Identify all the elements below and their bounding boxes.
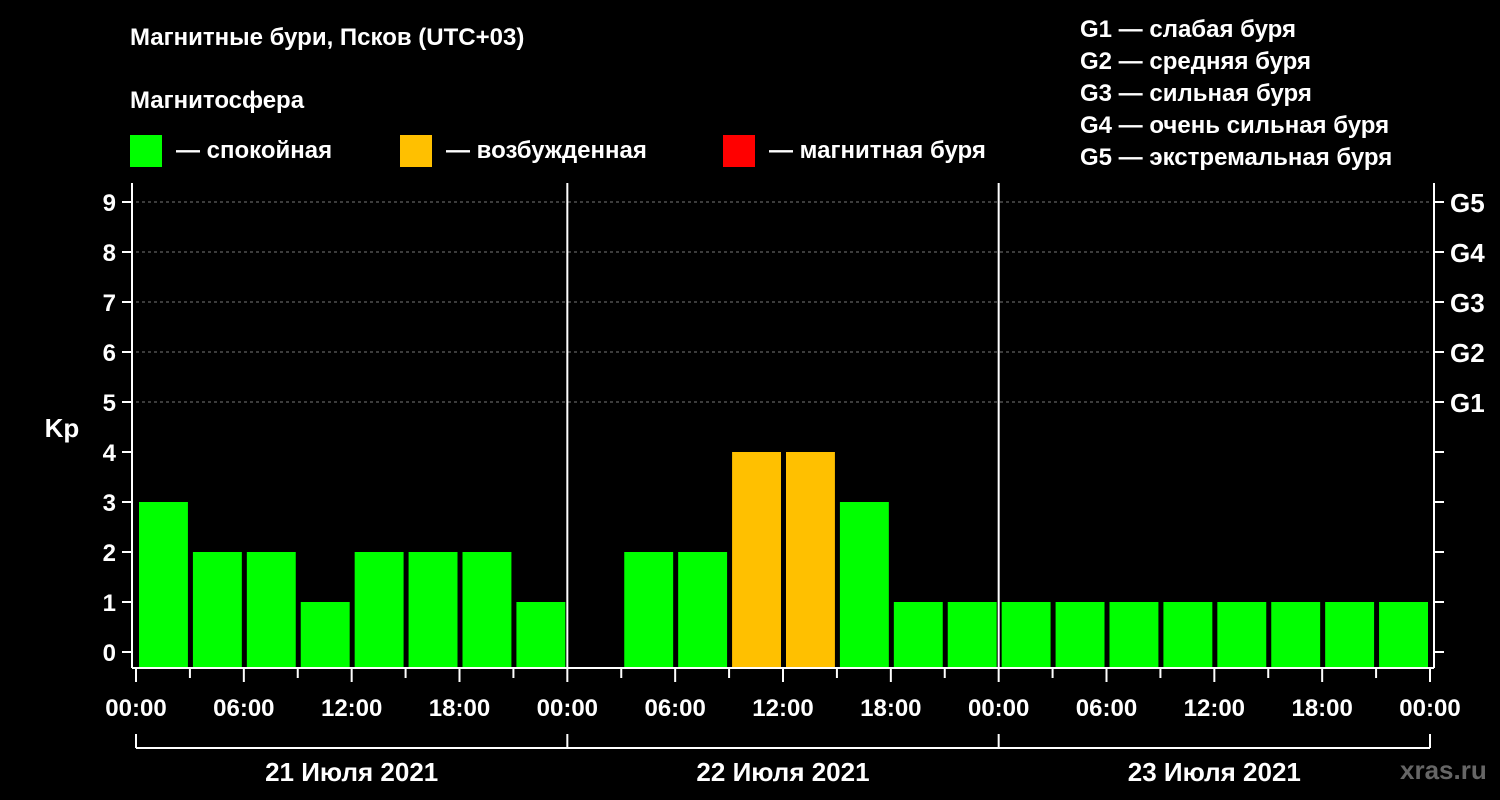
kp-bar [300, 602, 350, 668]
y-tick-label: 1 [103, 590, 116, 617]
x-tick-label: 06:00 [213, 695, 274, 722]
y-tick-label: 2 [103, 540, 116, 567]
kp-bar [354, 552, 404, 668]
kp-bar [1001, 602, 1051, 668]
kp-bar [516, 602, 566, 668]
y-tick-label: 4 [103, 440, 117, 467]
watermark: xras.ru [1400, 755, 1487, 785]
g-level-label: G2 [1450, 338, 1485, 368]
kp-bar [246, 552, 296, 668]
day-label: 21 Июля 2021 [265, 757, 438, 787]
kp-bar [1217, 602, 1267, 668]
x-tick-label: 12:00 [321, 695, 382, 722]
kp-bar [624, 552, 674, 668]
x-tick-label: 12:00 [752, 695, 813, 722]
g-level-label: G1 [1450, 388, 1485, 418]
x-tick-label: 00:00 [968, 695, 1029, 722]
kp-bar [1163, 602, 1213, 668]
day-label: 23 Июля 2021 [1128, 757, 1301, 787]
y-tick-label: 9 [103, 190, 116, 217]
kp-bar [786, 452, 835, 668]
kp-bar [1379, 602, 1428, 668]
kp-bar [1055, 602, 1105, 668]
x-tick-label: 00:00 [537, 695, 598, 722]
day-label: 22 Июля 2021 [696, 757, 869, 787]
x-tick-label: 18:00 [860, 695, 921, 722]
x-tick-label: 00:00 [105, 695, 166, 722]
kp-bar [192, 552, 242, 668]
kp-bar [732, 452, 781, 668]
kp-bar [139, 502, 188, 668]
x-tick-label: 18:00 [429, 695, 490, 722]
y-axis-label: Kp [45, 413, 80, 443]
kp-bar [1271, 602, 1321, 668]
kp-bar [947, 602, 997, 668]
x-tick-label: 12:00 [1184, 695, 1245, 722]
y-tick-label: 5 [103, 390, 116, 417]
kp-bar [893, 602, 943, 668]
y-tick-label: 7 [103, 290, 116, 317]
y-tick-label: 8 [103, 240, 116, 267]
g-level-label: G5 [1450, 188, 1485, 218]
kp-bar [408, 552, 458, 668]
x-tick-label: 00:00 [1399, 695, 1460, 722]
x-tick-label: 18:00 [1291, 695, 1352, 722]
y-tick-label: 0 [103, 640, 116, 667]
kp-bar [1109, 602, 1159, 668]
g-level-label: G3 [1450, 288, 1485, 318]
y-tick-label: 6 [103, 340, 116, 367]
y-tick-label: 3 [103, 490, 116, 517]
g-level-label: G4 [1450, 238, 1485, 268]
x-tick-label: 06:00 [644, 695, 705, 722]
kp-bar [678, 552, 728, 668]
kp-bar [839, 502, 889, 668]
kp-bar [462, 552, 512, 668]
x-tick-label: 06:00 [1076, 695, 1137, 722]
kp-bar [1325, 602, 1375, 668]
kp-bar-chart: 0 1 2 3 4 5 6 7 8 9 G1 G2 G3 G4 G5 Kp 00:00 06:00 12:00 18:… [45, 183, 1485, 787]
